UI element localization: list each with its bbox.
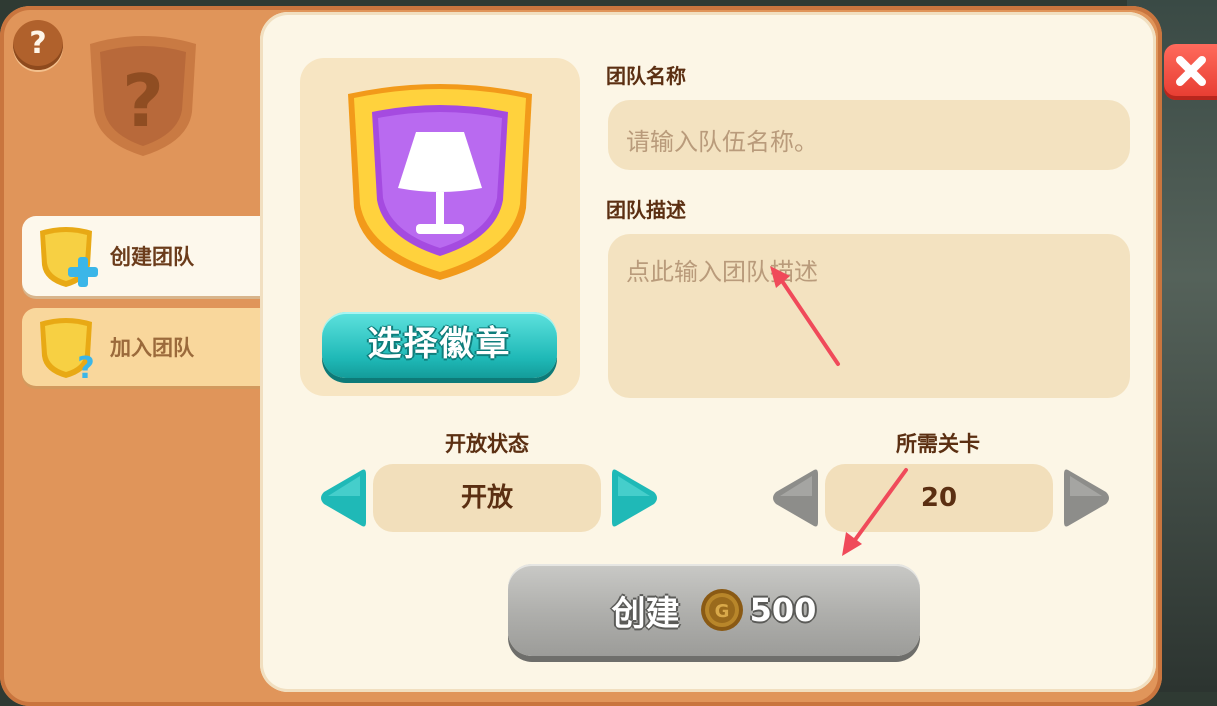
create-cost: 500 [749,591,817,629]
tab-create-team[interactable]: 创建团队 [22,216,272,296]
required-level-prev-arrow[interactable] [770,466,818,530]
required-level-value: 20 [825,464,1053,532]
tab-join-team-label: 加入团队 [110,336,194,360]
gold-coin-icon: G [700,589,743,631]
open-status-prev-arrow[interactable] [318,466,366,530]
shield-question-icon-large: ? [90,36,196,156]
create-team-button[interactable]: 创建 G 500 [508,564,920,656]
team-name-label: 团队名称 [606,64,686,88]
tab-join-team[interactable]: ? 加入团队 [22,308,272,386]
team-description-label: 团队描述 [606,198,686,222]
close-icon [1176,56,1206,86]
svg-text:?: ? [77,351,94,380]
team-description-input[interactable]: 点此输入团队描述 [608,234,1130,398]
open-status-value: 开放 [373,464,601,532]
tab-create-team-label: 创建团队 [110,245,194,269]
svg-text:?: ? [122,59,164,143]
shield-question-icon: ? [36,314,102,386]
lamp-icon[interactable] [340,80,540,285]
svg-text:G: G [714,601,729,622]
open-status-next-arrow[interactable] [612,466,660,530]
choose-badge-button[interactable]: 选择徽章 [322,312,557,378]
required-level-next-arrow[interactable] [1064,466,1112,530]
open-status-label: 开放状态 [445,432,529,456]
help-button[interactable]: ? [13,20,63,70]
close-button[interactable] [1164,44,1217,100]
create-button-label: 创建 [611,593,680,634]
shield-plus-icon [36,223,102,289]
required-level-label: 所需关卡 [896,432,980,456]
team-name-input[interactable]: 请输入队伍名称。 [608,100,1130,170]
